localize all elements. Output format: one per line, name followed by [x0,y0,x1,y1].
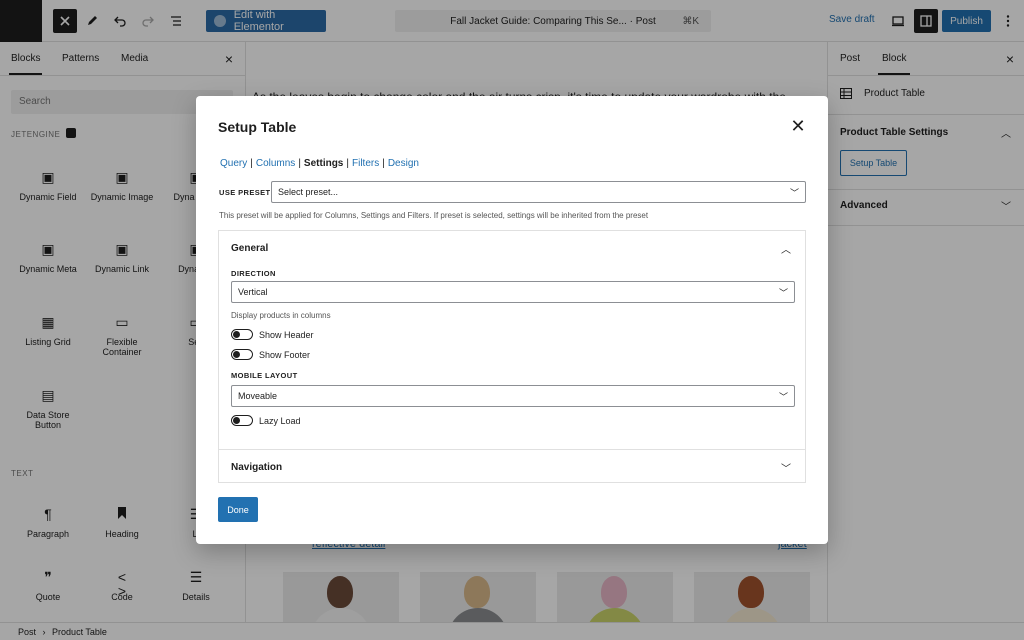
setup-table-modal: Setup Table ✕ Query | Columns | Settings… [196,96,828,544]
preset-select[interactable]: Select preset... ﹀ [271,181,806,203]
direction-select[interactable]: Vertical ﹀ [231,281,795,303]
show-footer-label: Show Footer [259,349,311,360]
chevron-down-icon: ﹀ [789,188,799,198]
mobile-layout-select-value: Moveable [238,391,278,401]
chevron-down-icon: ﹀ [781,464,791,475]
lazy-load-toggle[interactable] [231,415,253,426]
direction-label: DIRECTION [231,269,276,278]
preset-help-text: This preset will be applied for Columns,… [219,211,649,220]
navigation-panel-title: Navigation [231,462,283,473]
modal-title: Setup Table [218,119,297,135]
done-button[interactable]: Done [218,497,258,522]
lazy-load-label: Lazy Load [259,415,301,426]
show-header-toggle-row: Show Header [231,329,314,340]
direction-select-value: Vertical [238,287,268,297]
tab-settings[interactable]: Settings [304,158,343,169]
tab-query[interactable]: Query [220,158,247,169]
general-panel: General ︿ DIRECTION Vertical ﹀ Display p… [218,230,806,449]
show-header-toggle[interactable] [231,329,253,340]
chevron-up-icon[interactable]: ︿ [781,241,791,256]
chevron-down-icon: ﹀ [778,392,788,402]
show-footer-toggle[interactable] [231,349,253,360]
general-panel-title[interactable]: General [231,243,268,254]
direction-help-text: Display products in columns [231,311,331,320]
chevron-down-icon: ﹀ [778,288,788,298]
preset-select-value: Select preset... [278,187,339,197]
show-header-label: Show Header [259,329,314,340]
tab-filters[interactable]: Filters [352,158,379,169]
lazy-load-toggle-row: Lazy Load [231,415,301,426]
tab-design[interactable]: Design [388,158,419,169]
mobile-layout-label: MOBILE LAYOUT [231,371,298,380]
show-footer-toggle-row: Show Footer [231,349,310,360]
navigation-panel[interactable]: Navigation ﹀ [218,449,806,483]
mobile-layout-select[interactable]: Moveable ﹀ [231,385,795,407]
use-preset-label: USE PRESET [219,188,271,197]
modal-tabs: Query | Columns | Settings | Filters | D… [220,158,419,169]
tab-columns[interactable]: Columns [256,158,295,169]
close-icon[interactable]: ✕ [790,117,806,135]
